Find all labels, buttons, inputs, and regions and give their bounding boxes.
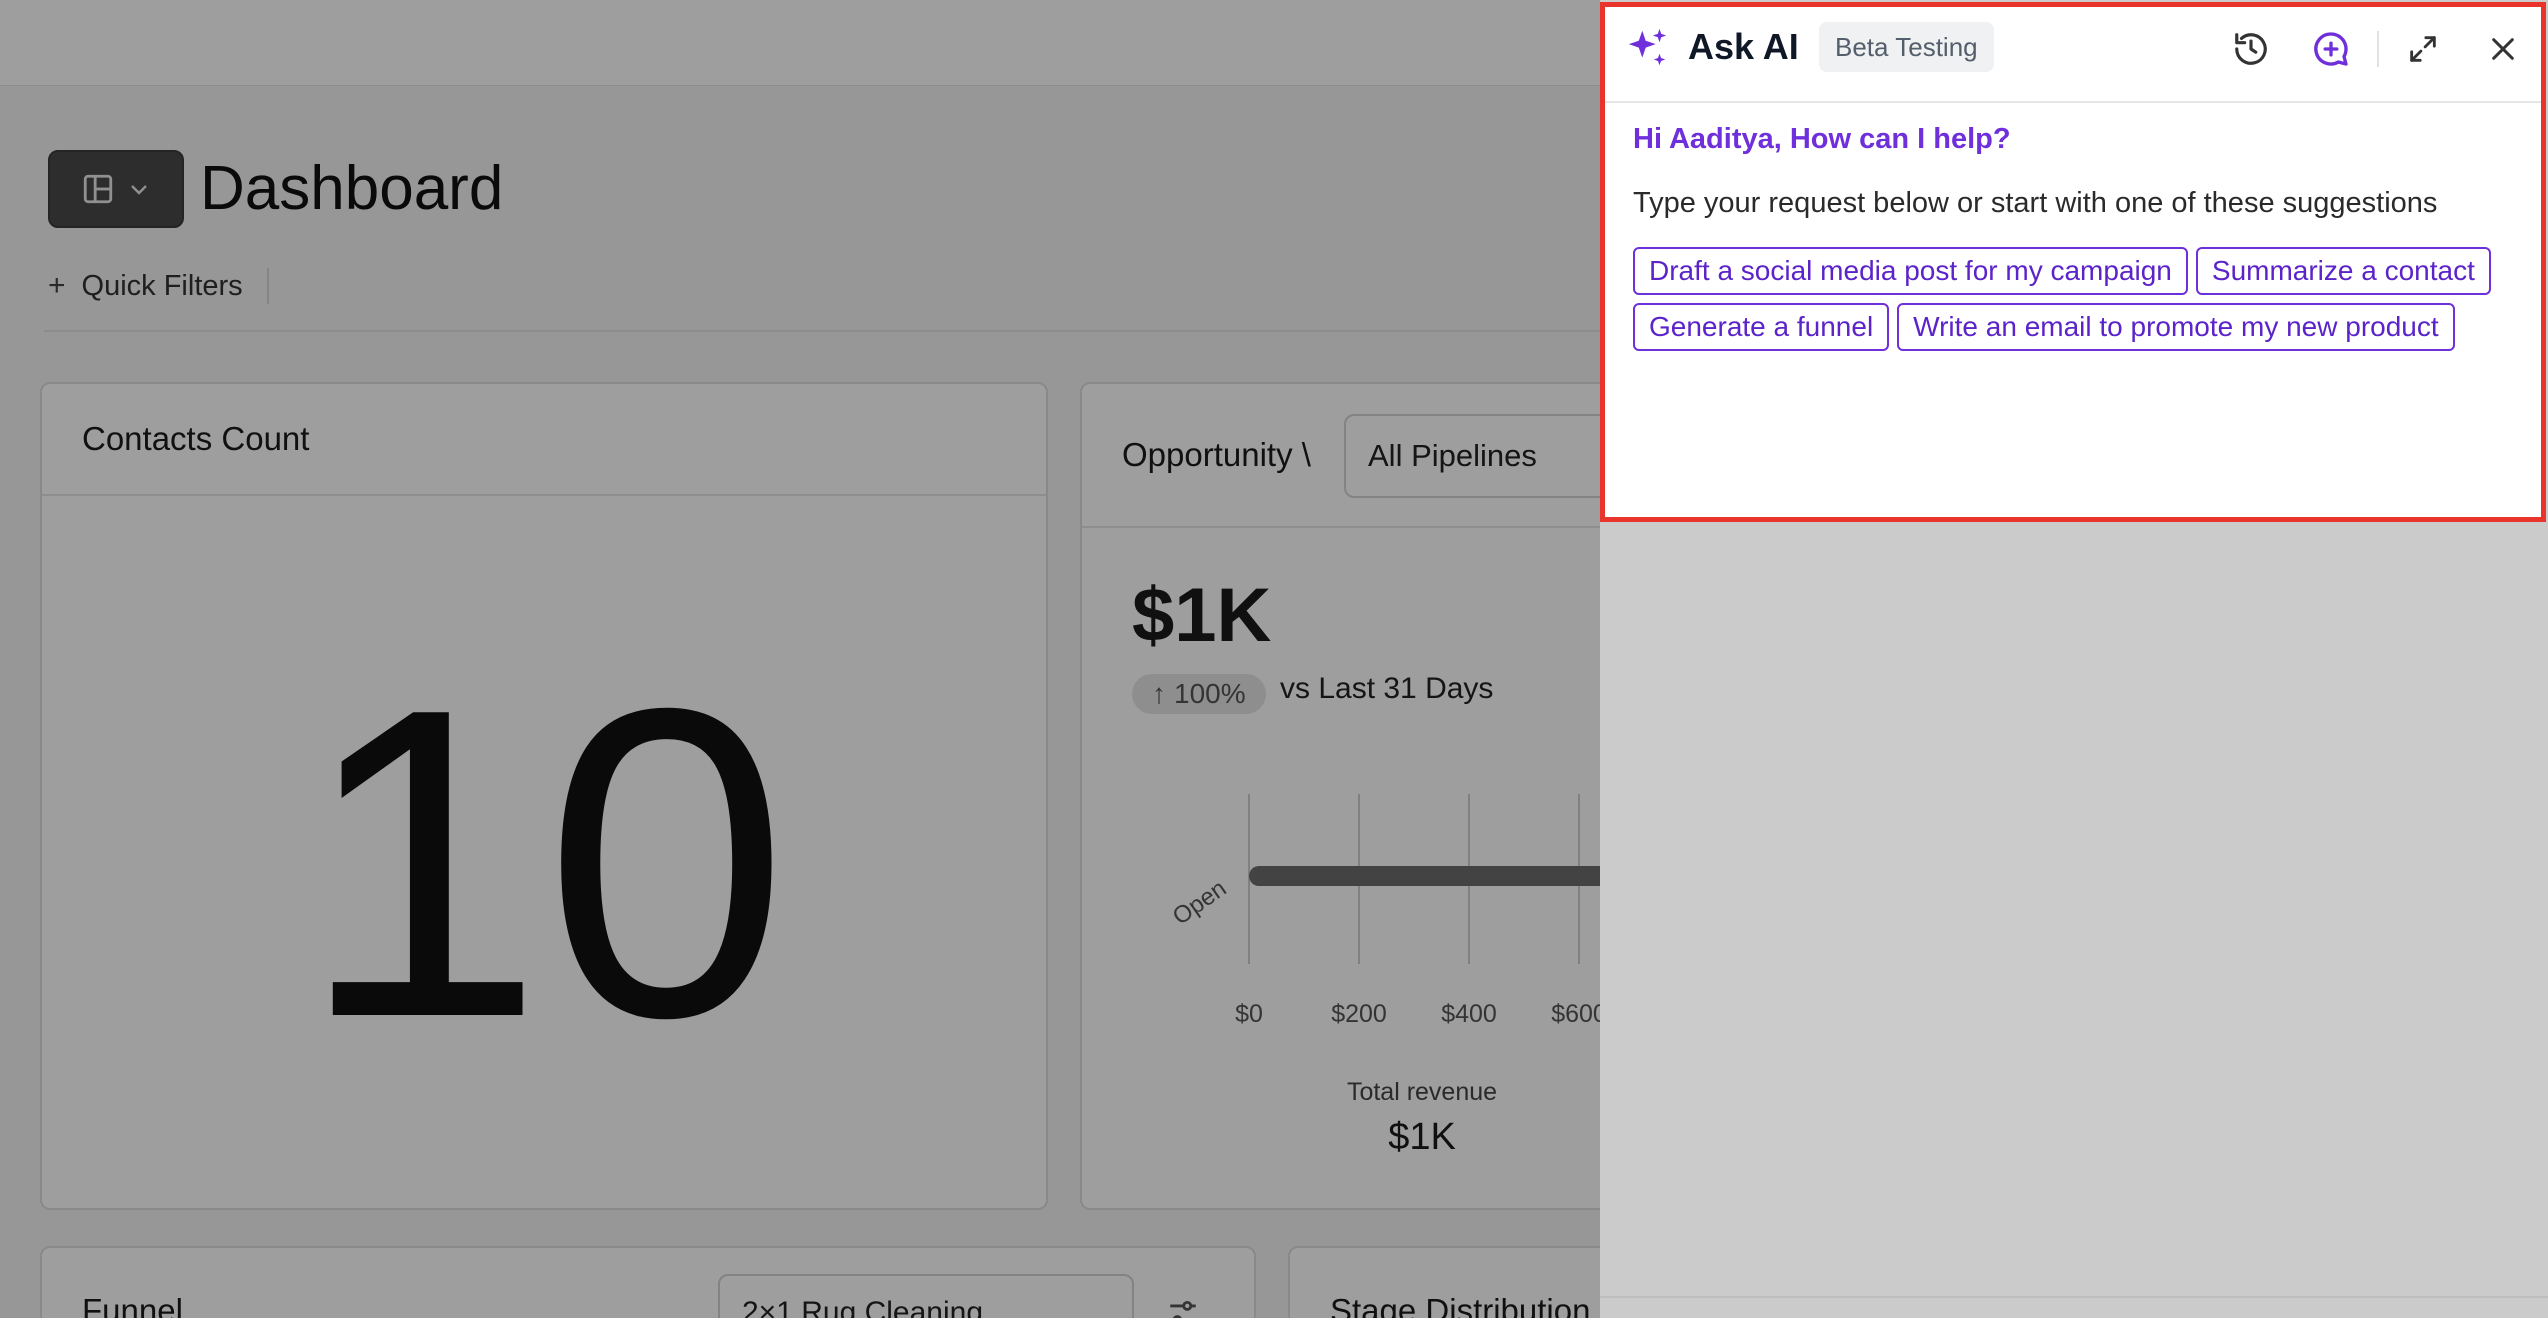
- header-divider: [2377, 31, 2379, 67]
- greeting-text: Hi Aaditya, How can I help?: [1633, 123, 2011, 155]
- expand-button[interactable]: [2401, 27, 2445, 71]
- new-chat-icon: [2314, 32, 2348, 66]
- suggestion-chips: Draft a social media post for my campaig…: [1633, 247, 2533, 351]
- beta-badge: Beta Testing: [1819, 22, 1994, 72]
- suggestion-chip-promo-email[interactable]: Write an email to promote my new product: [1897, 303, 2455, 351]
- drawer-divider: [1600, 1296, 2548, 1298]
- ask-ai-title: Ask AI: [1688, 26, 1799, 67]
- ask-ai-panel: Ask AI Beta Testing Hi Aaditya, How can …: [1600, 2, 2546, 522]
- expand-icon: [2410, 36, 2436, 62]
- ask-ai-header: Ask AI Beta Testing: [1605, 7, 2541, 103]
- suggestion-chip-generate-funnel[interactable]: Generate a funnel: [1633, 303, 1890, 351]
- history-button[interactable]: [2229, 27, 2273, 71]
- suggestion-chip-summarize-contact[interactable]: Summarize a contact: [2195, 247, 2491, 295]
- new-chat-button[interactable]: [2309, 27, 2353, 71]
- close-button[interactable]: [2481, 27, 2525, 71]
- close-icon: [2492, 38, 2514, 60]
- suggestion-chip-social-post[interactable]: Draft a social media post for my campaig…: [1633, 247, 2188, 295]
- history-icon: [2235, 33, 2267, 65]
- instructions-text: Type your request below or start with on…: [1633, 187, 2438, 219]
- sparkle-icon: [1628, 28, 1667, 66]
